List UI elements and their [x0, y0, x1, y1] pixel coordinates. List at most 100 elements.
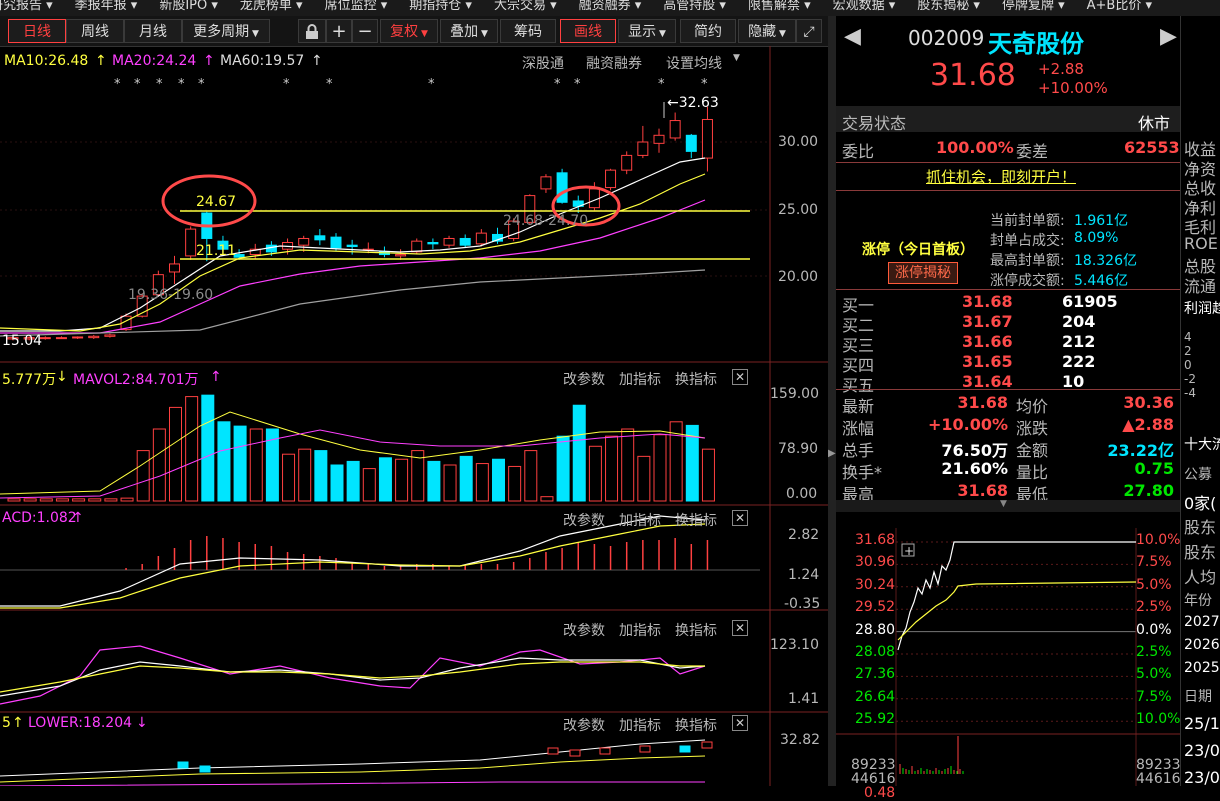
vol-close-icon[interactable]: ✕ — [732, 369, 748, 385]
holder-value: 0家( — [1184, 494, 1217, 513]
vol-switch-indicator-button[interactable]: 换指标 — [675, 369, 717, 389]
candle-body — [475, 232, 487, 245]
chart-area[interactable] — [0, 46, 828, 786]
stat-label: 涨跌 — [1016, 419, 1049, 438]
limit-up-title: 涨停（今日首板） — [862, 242, 974, 258]
expand-icon[interactable]: ⤢ — [796, 19, 822, 43]
event-star-icon[interactable]: * — [156, 77, 163, 92]
volume-bar — [314, 450, 328, 502]
event-star-icon[interactable]: * — [574, 77, 581, 92]
collapse-arrow-icon[interactable]: ▶ — [828, 448, 836, 459]
event-star-icon[interactable]: * — [428, 77, 435, 92]
kdj-params-button[interactable]: 改参数 — [563, 620, 605, 640]
macd-tick: -0.35 — [784, 596, 821, 612]
event-star-icon[interactable]: * — [283, 77, 290, 92]
kdj-add-indicator-button[interactable]: 加指标 — [619, 620, 661, 640]
top-menu-item[interactable]: 高管持股 ▾ — [663, 0, 726, 12]
date-value: 23/0 — [1184, 741, 1220, 760]
boll-params-button[interactable]: 改参数 — [563, 715, 605, 735]
chevron-down-icon[interactable]: ▼ — [1000, 499, 1007, 509]
top-menu-item[interactable]: 大宗交易 ▾ — [494, 0, 557, 12]
top-menu-item[interactable]: 限售解禁 ▾ — [748, 0, 811, 12]
hide-dropdown[interactable]: 隐藏 ▼ — [738, 19, 796, 43]
event-star-icon[interactable]: * — [178, 77, 185, 92]
tab-profit-trend[interactable]: 利润趋 — [1184, 298, 1220, 318]
event-star-icon[interactable]: * — [554, 77, 561, 92]
adjust-dropdown[interactable]: 复权 ▼ — [380, 19, 438, 43]
zoom-in-button[interactable]: + — [326, 19, 352, 43]
tab-weekly[interactable]: 周线 — [66, 19, 124, 43]
seal-value: 5.446亿 — [1074, 273, 1129, 289]
macd-add-indicator-button[interactable]: 加指标 — [619, 510, 661, 530]
top-menu-item[interactable]: 研究报告 ▾ — [0, 0, 53, 12]
top-menu-item[interactable]: 停牌复牌 ▾ — [1002, 0, 1065, 12]
volume-bar — [653, 434, 667, 502]
top-menu-item[interactable]: 席位监控 ▾ — [325, 0, 388, 12]
draw-button[interactable]: 画线 — [560, 19, 616, 43]
top-menu-item[interactable]: 融资融券 ▾ — [579, 0, 642, 12]
next-stock-icon[interactable]: ▶ — [1160, 24, 1177, 49]
boll-close-icon[interactable]: ✕ — [732, 715, 748, 731]
macd-close-icon[interactable]: ✕ — [732, 510, 748, 526]
boll-add-indicator-button[interactable]: 加指标 — [619, 715, 661, 735]
boll-switch-indicator-button[interactable]: 换指标 — [675, 715, 717, 735]
macd-params-button[interactable]: 改参数 — [563, 510, 605, 530]
volume-bar — [362, 468, 376, 502]
stats-collapse-bar[interactable] — [836, 500, 1180, 512]
lock-icon[interactable] — [298, 19, 326, 43]
price-change: +2.88 — [1038, 60, 1084, 78]
macd-up-icon: ↑ — [72, 510, 84, 526]
seal-value: 18.326亿 — [1074, 253, 1137, 269]
top-menu-item[interactable]: 季报年报 ▾ — [75, 0, 138, 12]
top-menu-item[interactable]: 期指持仓 ▾ — [409, 0, 472, 12]
boll-down-icon: ↓ — [136, 715, 148, 731]
chips-button[interactable]: 筹码 — [500, 19, 556, 43]
open-account-link[interactable]: 抓住机会，即刻开户！ — [926, 166, 1076, 187]
panel-splitter[interactable] — [828, 16, 836, 786]
candle-body — [298, 237, 310, 246]
top-menu-item[interactable]: A+B比价 ▾ — [1087, 0, 1152, 12]
candle-body — [669, 120, 681, 139]
intraday-price-tick: 29.52 — [855, 599, 896, 616]
kdj-switch-indicator-button[interactable]: 换指标 — [675, 620, 717, 640]
prev-stock-icon[interactable]: ◀ — [844, 24, 861, 49]
event-star-icon[interactable]: * — [114, 77, 121, 92]
top-menu-item[interactable]: 股东揭秘 ▾ — [917, 0, 980, 12]
profit-axis-tick: 0 — [1184, 358, 1192, 372]
volume-bar — [540, 496, 554, 502]
top-menu-item[interactable]: 新股IPO ▾ — [159, 0, 218, 12]
f10-item[interactable]: 流通 — [1184, 273, 1216, 297]
volume-bar — [152, 428, 166, 502]
divider — [836, 289, 1180, 290]
top-menu-item[interactable]: 龙虎榜单 ▾ — [240, 0, 303, 12]
tab-monthly[interactable]: 月线 — [124, 19, 182, 43]
price-tick: 20.00 — [778, 269, 819, 285]
event-star-icon[interactable]: * — [658, 77, 665, 92]
annotation-21-11: 21.11 — [196, 243, 237, 259]
boll-candle — [639, 745, 651, 753]
kdj-close-icon[interactable]: ✕ — [732, 620, 748, 636]
stat-label: 均价 — [1016, 397, 1049, 416]
intraday-vol-tick-right: 44616 — [1136, 771, 1181, 787]
event-star-icon[interactable]: * — [701, 77, 708, 92]
top-menu-bar: 研究报告 ▾ 季报年报 ▾ 新股IPO ▾ 龙虎榜单 ▾ 席位监控 ▾ 期指持仓 ▾ 大宗交… — [0, 0, 1220, 16]
vol-params-button[interactable]: 改参数 — [563, 369, 605, 389]
f10-item[interactable]: ROE — [1184, 234, 1218, 253]
top-menu-item[interactable]: 宏观数据 ▾ — [833, 0, 896, 12]
event-star-icon[interactable]: * — [134, 77, 141, 92]
event-star-icon[interactable]: * — [198, 77, 205, 92]
stock-code: 002009 — [908, 26, 985, 50]
vol-add-indicator-button[interactable]: 加指标 — [619, 369, 661, 389]
event-star-icon[interactable]: * — [326, 77, 333, 92]
simple-button[interactable]: 简约 — [680, 19, 736, 43]
wc-value: 62553 — [1124, 138, 1180, 157]
tab-daily[interactable]: 日线 — [8, 19, 66, 43]
more-periods-dropdown[interactable]: 更多周期 ▼ — [182, 19, 270, 43]
limit-up-reveal-button[interactable]: 涨停揭秘 — [888, 262, 958, 284]
tab-top10-holders[interactable]: 十大流 — [1184, 434, 1220, 454]
display-dropdown[interactable]: 显示 ▼ — [618, 19, 676, 43]
macd-switch-indicator-button[interactable]: 换指标 — [675, 510, 717, 530]
overlay-dropdown[interactable]: 叠加 ▼ — [440, 19, 498, 43]
zoom-out-button[interactable]: − — [352, 19, 378, 43]
boll-lower-label: LOWER:18.204 — [28, 715, 133, 731]
